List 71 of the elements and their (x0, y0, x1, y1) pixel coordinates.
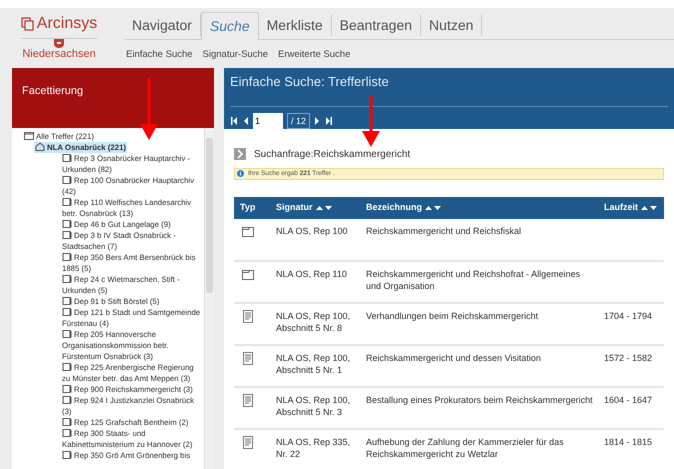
table-cell-text: 1572 - 1582 (604, 352, 654, 364)
crest-icon (54, 39, 64, 48)
table-cell-text: NLA OS, Rep 100 (276, 224, 349, 236)
box-icon (62, 395, 72, 404)
first-page-icon[interactable] (230, 116, 238, 124)
box-icon (62, 175, 72, 184)
sort-icon[interactable] (316, 204, 332, 210)
column-header: Typ (240, 200, 256, 214)
box-icon (62, 362, 72, 371)
info-icon (237, 170, 244, 177)
folder-icon (242, 224, 254, 238)
document-icon (242, 310, 254, 322)
page-count: / 12 (287, 112, 310, 128)
table-cell-text: NLA OS, Rep 335, Nr. 22 (276, 436, 352, 460)
region-label: Niedersachsen (22, 48, 96, 61)
folder-icon (24, 131, 34, 140)
box-icon (62, 219, 72, 228)
table-cell-text: NLA OS, Rep 100, Abschnitt 5 Nr. 1 (276, 352, 352, 376)
table-cell[interactable]: Reichskammergericht und Reichshofrat - Allgemeines und Organisation (366, 268, 596, 292)
nav-tab[interactable]: Merkliste (258, 14, 332, 36)
results-title: Einfache Suche: Trefferliste (230, 72, 668, 106)
subnav-link[interactable]: Signatur-Suche (202, 48, 268, 62)
table-cell-text: NLA OS, Rep 100, Abschnitt 5 Nr. 8 (276, 310, 352, 334)
nav-tab[interactable]: Suche (200, 12, 259, 40)
annotation-arrow (140, 78, 158, 140)
nav-tab[interactable]: Beantragen (332, 14, 422, 36)
box-icon (62, 153, 72, 162)
box-icon (62, 252, 72, 261)
table-cell[interactable]: Aufhebung der Zahlung der Kammerzieler für das Reichskammergericht zu Wetzlar (366, 436, 596, 460)
nav-tab[interactable]: Nutzen (421, 14, 482, 36)
box-icon (62, 230, 72, 239)
annotation-arrow (362, 95, 380, 147)
box-icon (62, 450, 72, 459)
subnav-link[interactable]: Einfache Suche (126, 48, 193, 62)
box-icon (62, 428, 72, 437)
facet-title: Facettierung (22, 85, 84, 97)
table-cell-text: NLA OS, Rep 100, Abschnitt 5 Nr. 3 (276, 394, 352, 418)
box-icon (62, 417, 72, 426)
table-cell[interactable]: Bestallung eines Prokurators beim Reichskammergericht (366, 394, 596, 406)
table-cell-text: 1704 - 1794 (604, 310, 654, 322)
table-cell[interactable]: Reichskammergericht und dessen Visitation (366, 352, 596, 364)
box-icon (62, 329, 72, 338)
box-icon (62, 197, 72, 206)
search-query: Suchanfrage:Reichskammergericht (254, 148, 410, 162)
table-cell-text: NLA OS, Rep 110 (276, 268, 348, 280)
subnav-link[interactable]: Erweiterte Suche (278, 48, 350, 62)
home-icon (35, 142, 45, 151)
document-icon (242, 436, 254, 448)
folder-icon (242, 268, 254, 280)
column-header[interactable]: Bezeichnung (366, 200, 422, 214)
box-icon (62, 307, 72, 316)
next-page-icon[interactable] (314, 116, 322, 124)
logo-text: Arcinsys (36, 14, 98, 34)
document-icon (242, 394, 254, 406)
column-header[interactable]: Signatur (276, 200, 313, 214)
box-icon (62, 384, 72, 393)
sort-icon[interactable] (641, 204, 658, 210)
document-icon (242, 352, 254, 364)
box-icon (62, 296, 72, 305)
box-icon (62, 274, 72, 283)
page-input[interactable]: 1 (253, 112, 283, 128)
last-page-icon[interactable] (325, 116, 334, 124)
table-cell[interactable]: Verhandlungen beim Reichskammergericht (366, 310, 596, 322)
previous-page-icon[interactable] (242, 116, 249, 124)
table-cell-text: 1814 - 1815 (604, 436, 654, 448)
logo-icon (20, 17, 35, 31)
table-cell[interactable]: Reichskammergericht und Reichsfiskal (366, 224, 596, 236)
sort-icon[interactable] (425, 204, 442, 210)
expand-icon[interactable] (234, 148, 246, 160)
column-header[interactable]: Laufzeit (604, 200, 638, 214)
table-cell-text: 1604 - 1647 (604, 394, 654, 406)
